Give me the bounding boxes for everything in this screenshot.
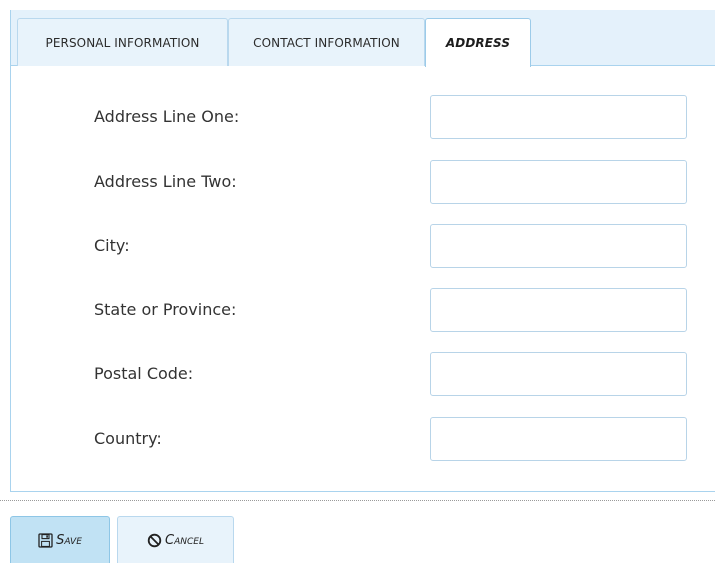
address-line-two-row: Address Line Two: [11, 160, 715, 204]
tab-strip: PERSONAL INFORMATION CONTACT INFORMATION… [11, 10, 715, 67]
country-input[interactable] [430, 417, 687, 461]
country-row: Country: [11, 417, 715, 461]
state-row: State or Province: [11, 288, 715, 332]
address-line-one-row: Address Line One: [11, 95, 715, 139]
cancel-button[interactable]: Cancel [117, 516, 234, 563]
country-label: Country: [94, 429, 162, 448]
address-line-two-input[interactable] [430, 160, 687, 204]
postal-code-label: Postal Code: [94, 364, 194, 383]
save-label: Save [56, 532, 82, 548]
postal-code-input[interactable] [430, 352, 687, 396]
state-label: State or Province: [94, 300, 237, 319]
address-line-two-label: Address Line Two: [94, 172, 237, 191]
tab-personal-information[interactable]: PERSONAL INFORMATION [17, 18, 228, 66]
save-button[interactable]: Save [10, 516, 110, 563]
address-tab-panel: Address Line One: Address Line Two: City… [11, 66, 715, 491]
state-input[interactable] [430, 288, 687, 332]
address-line-one-input[interactable] [430, 95, 687, 139]
prohibited-icon [147, 533, 162, 548]
tab-widget: PERSONAL INFORMATION CONTACT INFORMATION… [10, 10, 715, 492]
city-input[interactable] [430, 224, 687, 268]
postal-code-row: Postal Code: [11, 352, 715, 396]
separator [0, 500, 715, 501]
cancel-label: Cancel [165, 532, 204, 548]
city-row: City: [11, 224, 715, 268]
tab-address[interactable]: ADDRESS [425, 18, 531, 67]
city-label: City: [94, 236, 130, 255]
floppy-disk-icon [38, 532, 53, 548]
address-form-screen: PERSONAL INFORMATION CONTACT INFORMATION… [0, 0, 715, 563]
address-line-one-label: Address Line One: [94, 107, 240, 126]
tab-contact-information[interactable]: CONTACT INFORMATION [228, 18, 425, 66]
